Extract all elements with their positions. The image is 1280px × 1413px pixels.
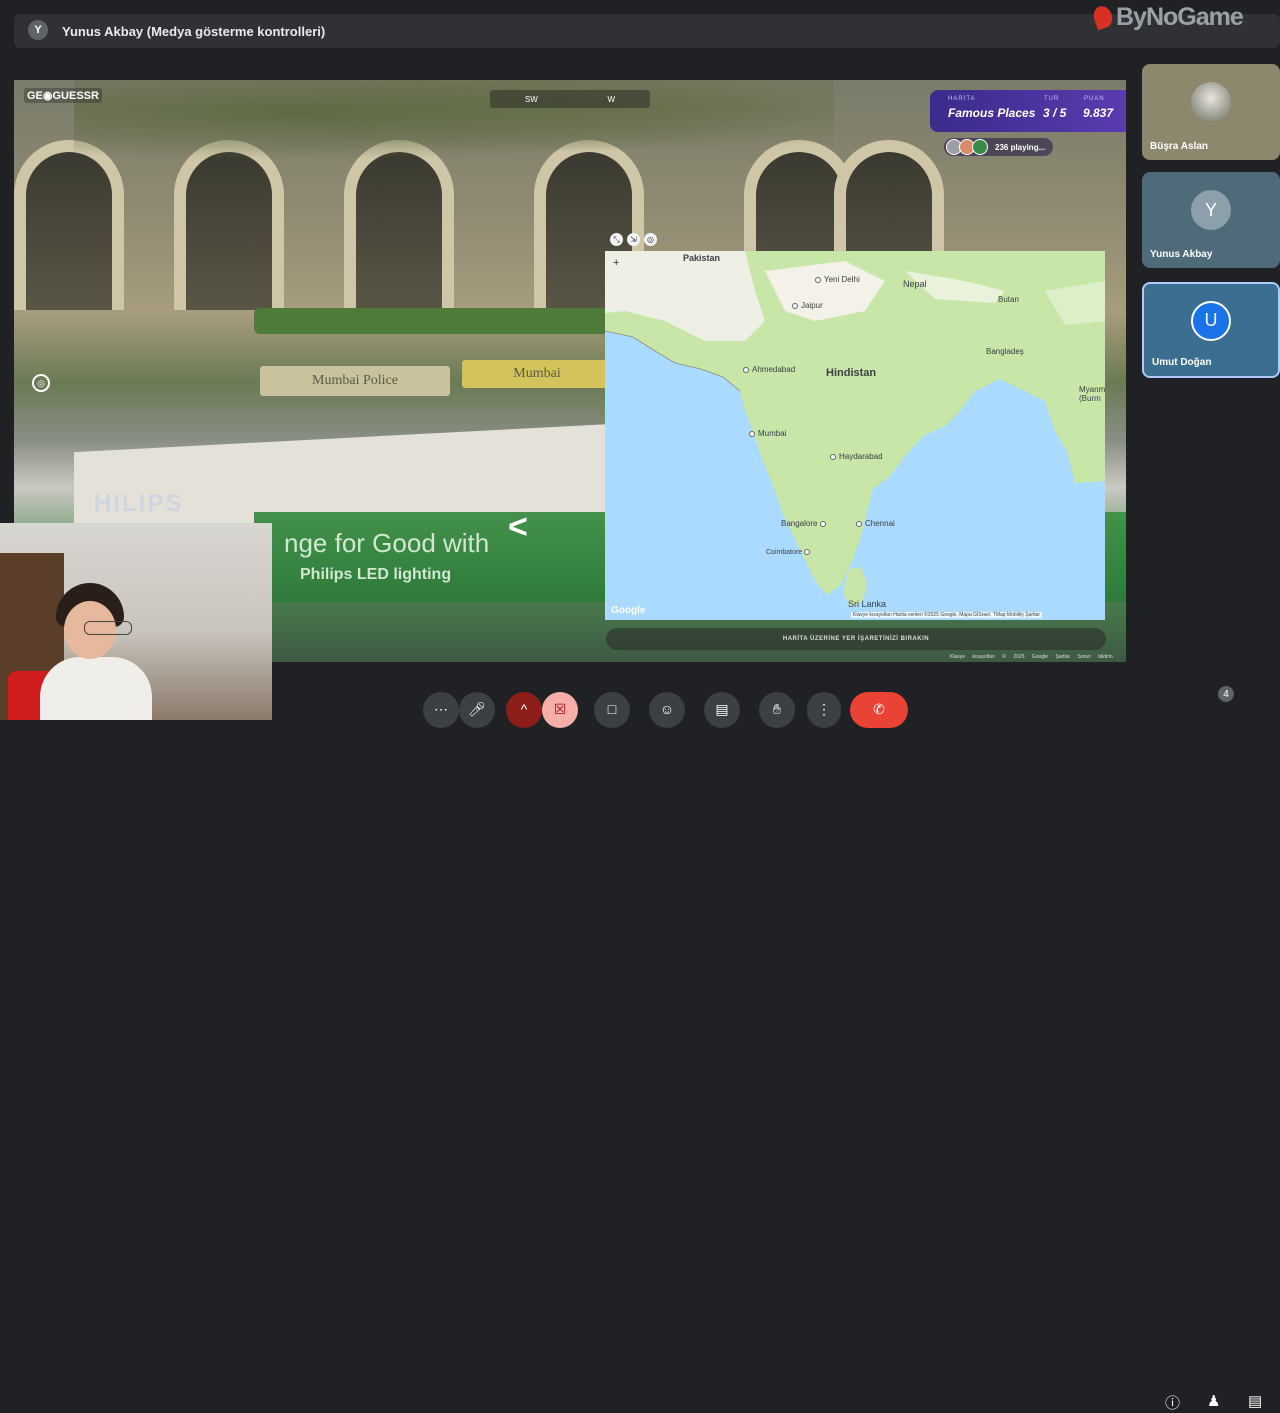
- call-controls-bar: ⋯ 🎤︎ ^ ☒ □ ☺ ▤ ✋︎ ⋮ ✆ ⓘ ♟ ▤: [0, 692, 1280, 1412]
- participant-name: Büşra Aslan: [1150, 141, 1208, 152]
- people-count-badge: 4: [1218, 686, 1234, 702]
- resize-icon[interactable]: ⤡: [610, 233, 623, 246]
- bynogame-logo-icon: [1090, 3, 1116, 31]
- map-label-city: Haydarabad: [830, 452, 883, 461]
- map-label-country: Butan: [998, 295, 1019, 304]
- game-status-panel: HARİTA Famous Places TUR 3 / 5 PUAN 9.83…: [930, 90, 1126, 132]
- participant-tile[interactable]: Y Yunus Akbay: [1142, 172, 1280, 268]
- options-button[interactable]: ⋮: [807, 692, 841, 728]
- tree-canopy: [74, 80, 834, 160]
- city-name: Mumbai: [758, 429, 787, 438]
- end-call-icon[interactable]: ✆: [850, 692, 908, 728]
- players-online: 236 playing...: [944, 138, 1054, 156]
- compass-sw: SW: [524, 94, 538, 104]
- participant-name: Umut Doğan: [1152, 357, 1212, 368]
- pin-icon[interactable]: ◎: [644, 233, 657, 246]
- participant-avatar: Y: [1191, 190, 1231, 231]
- banner-text: nge for Good with: [284, 528, 490, 558]
- participant-name: Yunus Akbay: [1150, 249, 1213, 260]
- map-label-city: Mumbai: [749, 429, 786, 438]
- participant-avatar: U: [1191, 300, 1231, 341]
- hedge: [254, 308, 614, 334]
- participant-tile-active-speaker[interactable]: U Umut Doğan: [1142, 282, 1280, 378]
- camera-options-chevron-icon[interactable]: ^: [506, 692, 542, 728]
- raise-hand-icon[interactable]: ✋︎: [759, 692, 795, 728]
- city-name: Bangalore: [781, 519, 818, 528]
- geoguessr-logo: GE◉GUESSR: [24, 88, 102, 103]
- map-label-country: Sri Lanka: [848, 599, 887, 609]
- score-label: PUAN: [1084, 96, 1105, 102]
- participant-tile[interactable]: Büşra Aslan: [1142, 64, 1280, 160]
- compass-strip: SW W: [490, 90, 650, 108]
- map-label-country: Hindistan: [826, 367, 877, 379]
- return-to-start-icon[interactable]: ◎: [32, 374, 50, 392]
- more-actions-button[interactable]: ⋯: [423, 692, 459, 728]
- map-label-city: Bangalore: [781, 519, 829, 528]
- map-label-country: Myanm (Burm: [1079, 385, 1105, 403]
- watermark-brand: ByNoGame: [1116, 2, 1244, 31]
- map-value: Famous Places: [948, 106, 1036, 120]
- guess-map[interactable]: + Pakistan Nepal Butan Bangladeş Hindist…: [605, 251, 1105, 620]
- glasses: [84, 621, 132, 635]
- map-label-city: Ahmedabad: [743, 365, 795, 374]
- presenter-avatar: Y: [28, 20, 48, 40]
- arrows-icon[interactable]: ⇲: [627, 233, 640, 246]
- participant-avatar: [1191, 82, 1231, 123]
- streetview-attribution[interactable]: Klavye kısayolları © 2025 Google Şartlar…: [950, 654, 1113, 660]
- map-label-country: Pakistan: [683, 253, 721, 263]
- webcam-self-view: [0, 523, 272, 720]
- round-label: TUR: [1044, 96, 1060, 102]
- map-label-city: Chennai: [856, 519, 895, 528]
- map-toolbar: ⤡ ⇲ ◎: [610, 233, 657, 246]
- map-label-country: Nepal: [903, 279, 927, 289]
- map-label-country: Bangladeş: [986, 347, 1024, 356]
- map-land: [605, 251, 1105, 607]
- camera-off-icon[interactable]: ☒: [542, 692, 578, 728]
- city-name: Haydarabad: [839, 452, 883, 461]
- banner-subtext: Philips LED lighting: [300, 566, 452, 583]
- presenter-media-controls-label[interactable]: Yunus Akbay (Medya gösterme kontrolleri): [62, 24, 325, 39]
- city-name: Coimbatore: [766, 549, 803, 556]
- people-icon[interactable]: ♟: [1207, 1392, 1220, 1410]
- zoom-in-button[interactable]: +: [613, 257, 619, 269]
- info-icon[interactable]: ⓘ: [1165, 1392, 1180, 1413]
- emoji-icon[interactable]: ☺: [649, 692, 685, 728]
- player-avatar: [972, 139, 988, 155]
- map-attribution[interactable]: Klavye kısayolları Harita verileri ©2025…: [851, 612, 1042, 618]
- present-icon[interactable]: □: [594, 692, 630, 728]
- bynogame-watermark: ByNoGame: [1090, 2, 1244, 32]
- compass-w: W: [607, 94, 616, 104]
- city-name: Jaipur: [801, 301, 823, 310]
- players-count: 236 playing...: [995, 142, 1046, 152]
- city-name: Ahmedabad: [752, 365, 796, 374]
- chat-icon[interactable]: ▤: [1248, 1392, 1262, 1410]
- mic-icon[interactable]: 🎤︎: [459, 692, 495, 728]
- city-name: Chennai: [865, 519, 895, 528]
- street-sign: Mumbai Police: [260, 366, 450, 396]
- captions-icon[interactable]: ▤: [704, 692, 740, 728]
- score-value: 9.837: [1083, 106, 1114, 120]
- google-logo: Google: [611, 605, 646, 616]
- move-arrow-icon[interactable]: <: [508, 508, 528, 547]
- city-name: Yeni Delhi: [824, 275, 860, 284]
- map-label-city: Coimbatore: [766, 549, 813, 556]
- round-value: 3 / 5: [1043, 106, 1067, 120]
- map-label: HARİTA: [948, 96, 976, 102]
- place-marker-prompt[interactable]: HARİTA ÜZERİNE YER İŞARETİNİZİ BIRAKIN: [606, 628, 1106, 650]
- street-sign: Mumbai: [462, 360, 612, 388]
- map-label-city: Jaipur: [792, 301, 823, 310]
- billboard-brand: HILIPS: [94, 490, 184, 517]
- map-label-city: Yeni Delhi: [815, 275, 860, 284]
